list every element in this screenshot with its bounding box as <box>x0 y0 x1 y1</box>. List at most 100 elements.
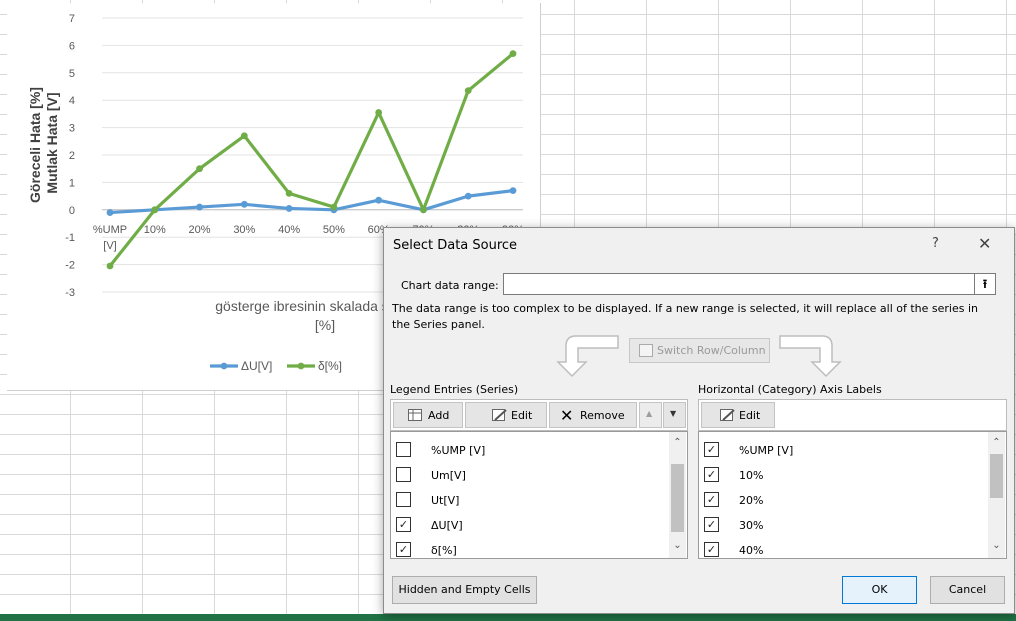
axis-toolbar: Edit <box>698 399 1007 431</box>
y-tick-label: 5 <box>69 68 75 80</box>
axis-label: 30% <box>739 519 764 532</box>
move-up-button[interactable]: ▲ <box>639 402 662 428</box>
collapse-dialog-icon[interactable]: ⭱ <box>974 273 996 295</box>
data-point <box>464 192 472 200</box>
series-label: Ut[V] <box>431 494 460 507</box>
axis-label: 40% <box>739 544 764 557</box>
range-message: The data range is too complex to be disp… <box>392 302 979 331</box>
data-point <box>375 109 383 116</box>
series-label: ΔU[V] <box>431 519 463 532</box>
close-icon[interactable]: ✕ <box>978 234 991 253</box>
axis-checkbox[interactable]: ✓ <box>704 517 719 532</box>
edit-label: Edit <box>511 409 533 422</box>
x-tick-label: %UMP <box>93 224 127 236</box>
series-label: Um[V] <box>431 469 466 482</box>
axis-checkbox[interactable]: ✓ <box>704 542 719 557</box>
scroll-down-icon[interactable]: ⌄ <box>988 538 1005 554</box>
legend-label: δ[%] <box>318 359 342 373</box>
data-point <box>509 50 517 58</box>
x-axis-title: [%] <box>315 317 335 333</box>
data-point <box>106 209 114 216</box>
help-icon[interactable]: ? <box>932 236 939 251</box>
list-item[interactable]: ✓ 10% <box>699 462 1006 487</box>
series-checkbox[interactable]: ✓ <box>396 517 411 532</box>
edit-table-icon <box>720 409 735 421</box>
data-point <box>240 200 248 208</box>
series-toolbar: Add Edit ✕ Remove ▲ ▼ <box>390 399 688 431</box>
switch-right-arrow-icon <box>779 335 842 378</box>
data-point <box>420 206 427 214</box>
y-axis-title: Mutlak Hata [V] <box>44 92 60 193</box>
data-point <box>196 203 203 211</box>
legend-marker <box>220 362 228 370</box>
series-checkbox[interactable]: ✓ <box>396 542 411 557</box>
series-scrollbar[interactable]: ⌃ ⌄ <box>669 432 686 558</box>
scroll-down-icon[interactable]: ⌄ <box>669 538 686 554</box>
list-item[interactable]: ✓ ΔU[V] <box>391 512 687 537</box>
add-label: Add <box>428 409 450 422</box>
list-item[interactable]: Ut[V] <box>391 487 687 512</box>
scroll-thumb[interactable] <box>671 464 684 532</box>
switch-left-arrow-icon <box>556 335 619 378</box>
axis-edit-label: Edit <box>739 409 761 422</box>
axis-checkbox[interactable]: ✓ <box>704 442 719 457</box>
axis-label: 10% <box>739 469 764 482</box>
legend-label: ΔU[V] <box>241 359 272 373</box>
axis-labels-header: Horizontal (Category) Axis Labels <box>698 383 882 396</box>
select-data-source-dialog: Select Data Source ? ✕ Chart data range:… <box>383 227 1015 614</box>
legend-marker <box>297 362 305 370</box>
data-point <box>375 196 383 204</box>
y-tick-label: 3 <box>69 123 75 135</box>
scroll-up-icon[interactable]: ⌃ <box>988 435 1005 451</box>
move-down-button[interactable]: ▼ <box>663 402 686 428</box>
list-item[interactable]: ✓ δ[%] <box>391 537 687 558</box>
y-tick-label: 4 <box>69 95 75 107</box>
axis-checkbox[interactable]: ✓ <box>704 492 719 507</box>
series-label: δ[%] <box>431 544 457 557</box>
series-list[interactable]: %UMP [V] Um[V] Ut[V] ✓ ΔU[V] ✓ δ[%] ⌃ ⌄ <box>390 431 688 559</box>
switch-row-column-button[interactable]: Switch Row/Column <box>629 338 770 363</box>
remove-label: Remove <box>580 409 625 422</box>
add-table-icon <box>408 409 422 421</box>
chart-data-range-input[interactable] <box>503 273 974 295</box>
edit-axis-button[interactable]: Edit <box>701 402 775 428</box>
list-item[interactable]: ✓ 20% <box>699 487 1006 512</box>
axis-checkbox[interactable]: ✓ <box>704 467 719 482</box>
series-checkbox[interactable] <box>396 492 411 507</box>
axis-scrollbar[interactable]: ⌃ ⌄ <box>988 432 1005 558</box>
series-checkbox[interactable] <box>396 442 411 457</box>
y-tick-label: 2 <box>69 150 75 162</box>
add-series-button[interactable]: Add <box>393 402 463 428</box>
list-item[interactable]: Um[V] <box>391 462 687 487</box>
remove-series-button[interactable]: ✕ Remove <box>549 402 637 428</box>
edit-series-button[interactable]: Edit <box>465 402 547 428</box>
list-item[interactable]: %UMP [V] <box>391 437 687 462</box>
cancel-button[interactable]: Cancel <box>930 576 1005 604</box>
ok-button[interactable]: OK <box>842 576 917 604</box>
switch-row-column-label: Switch Row/Column <box>657 344 766 357</box>
chart-data-range-label: Chart data range: <box>401 279 499 292</box>
y-tick-label: 1 <box>69 177 75 189</box>
data-point <box>464 87 472 95</box>
axis-label: %UMP [V] <box>739 444 794 457</box>
scroll-thumb[interactable] <box>990 454 1003 498</box>
move-up-icon: ▲ <box>646 409 653 418</box>
edit-table-icon <box>492 409 507 421</box>
x-tick-label: 30% <box>233 224 255 236</box>
list-item[interactable]: ✓ 30% <box>699 512 1006 537</box>
scroll-up-icon[interactable]: ⌃ <box>669 435 686 451</box>
list-item[interactable]: ✓ %UMP [V] <box>699 437 1006 462</box>
series-label: %UMP [V] <box>431 444 486 457</box>
x-tick-label: 10% <box>144 224 166 236</box>
y-tick-label: 6 <box>69 40 75 52</box>
hidden-empty-cells-button[interactable]: Hidden and Empty Cells <box>392 576 537 604</box>
list-item[interactable]: ✓ 40% <box>699 537 1006 558</box>
axis-labels-list[interactable]: ✓ %UMP [V] ✓ 10% ✓ 20% ✓ 30% ✓ 40% ⌃ ⌄ <box>698 431 1007 559</box>
series-checkbox[interactable] <box>396 467 411 482</box>
x-tick-label: 50% <box>323 224 345 236</box>
move-down-icon: ▼ <box>670 409 677 418</box>
data-point <box>240 132 248 140</box>
data-point <box>330 203 338 211</box>
legend-entries-header: Legend Entries (Series) <box>390 383 519 396</box>
switch-grid-icon <box>639 344 653 357</box>
